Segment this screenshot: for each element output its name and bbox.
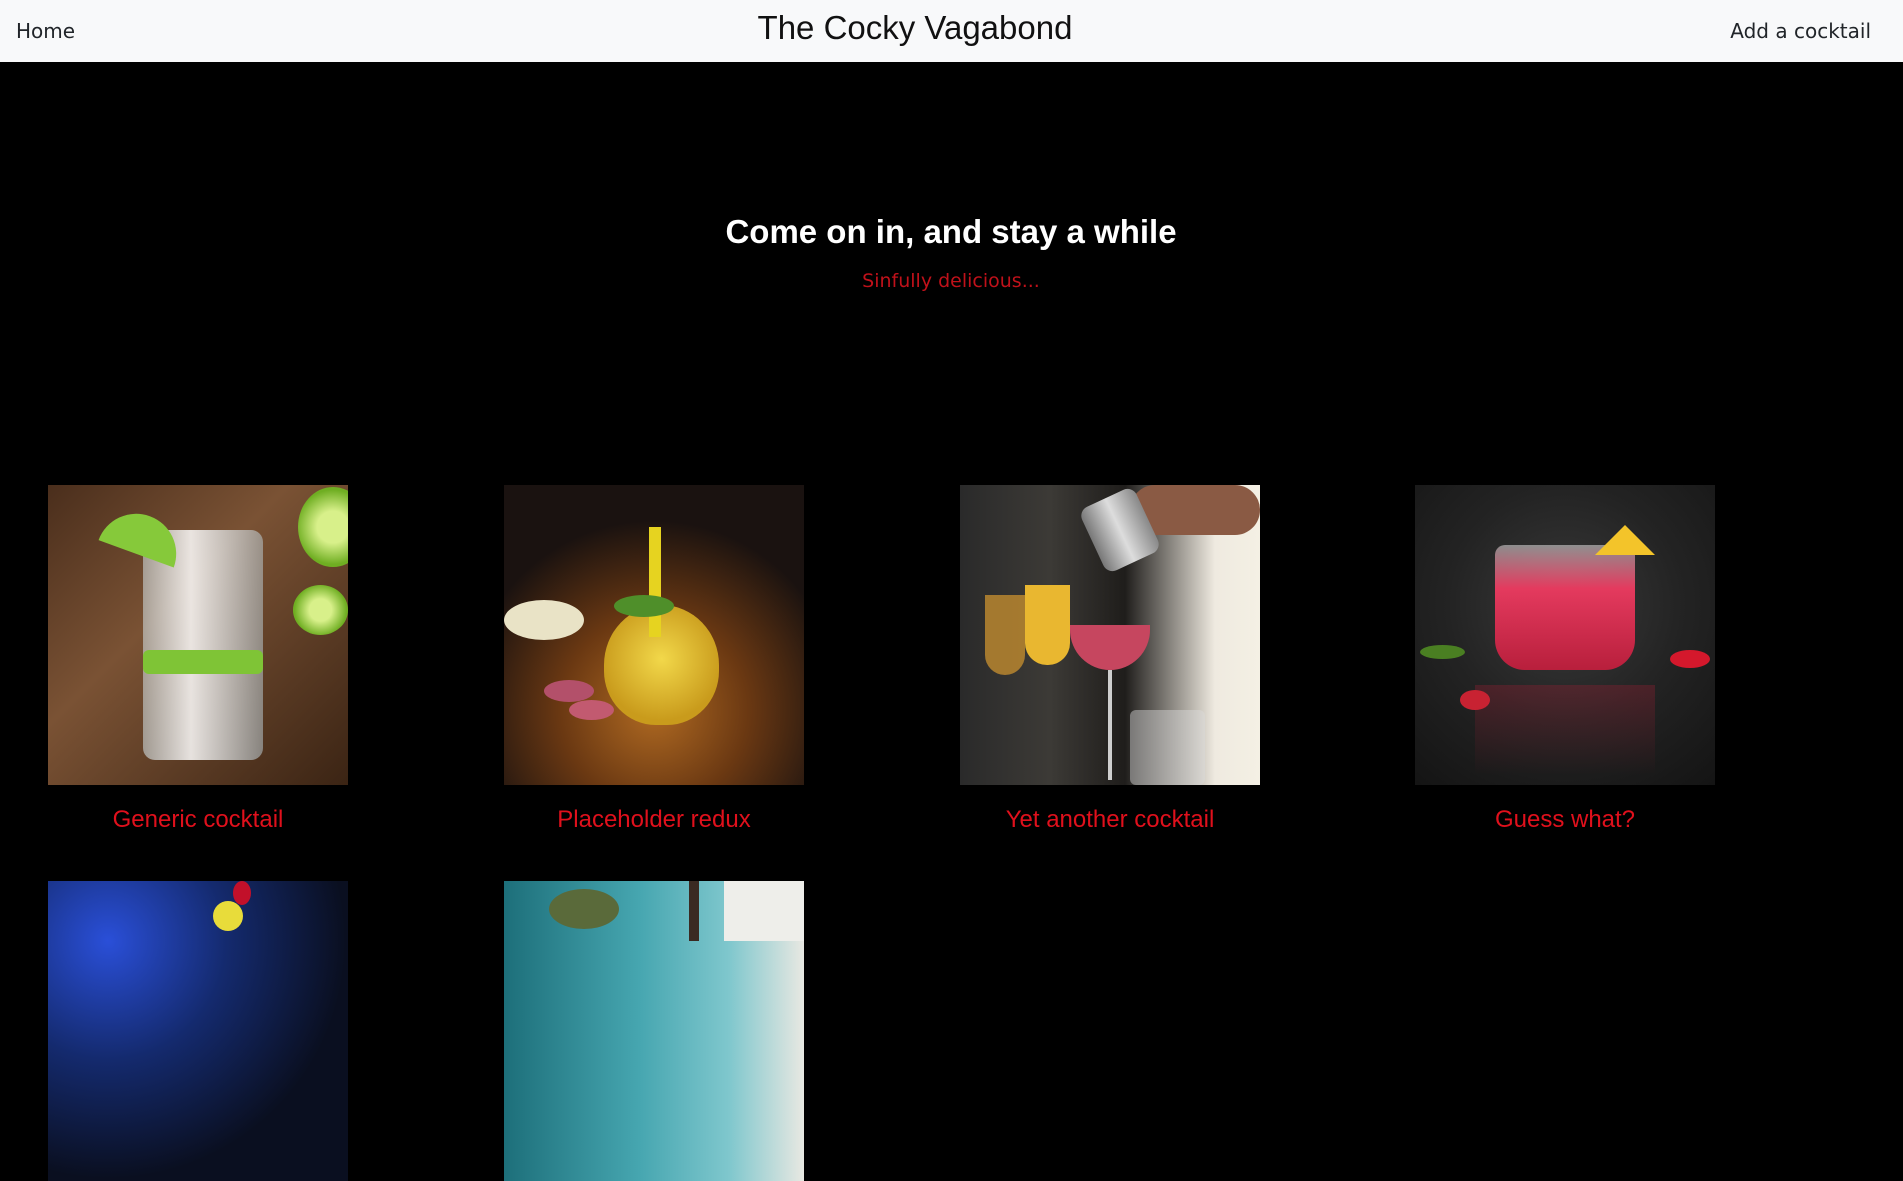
cocktail-image-blue-cocktail[interactable] (48, 881, 348, 1181)
cocktail-image-gin-lime[interactable] (48, 485, 348, 785)
cocktail-title-link[interactable]: Guess what? (1415, 805, 1715, 835)
cocktail-image-teal-cocktail[interactable] (504, 881, 804, 1181)
cocktail-card: Guess what? (1415, 485, 1715, 835)
cocktail-title-link[interactable]: Placeholder redux (504, 805, 804, 835)
cocktail-card (48, 881, 348, 1181)
cocktail-image-passion-fruit[interactable] (504, 485, 804, 785)
cocktail-card: Yet another cocktail (960, 485, 1260, 835)
cocktail-card (504, 881, 804, 1181)
hero-title: Come on in, and stay a while (725, 213, 1177, 250)
cocktail-title-link[interactable]: Yet another cocktail (960, 805, 1260, 835)
hero-subtitle: Sinfully delicious... (862, 270, 1040, 292)
nav-add-cocktail-link[interactable]: Add a cocktail (1730, 19, 1871, 43)
top-navbar: Home The Cocky Vagabond Add a cocktail (0, 0, 1903, 62)
site-brand-title[interactable]: The Cocky Vagabond (0, 8, 1830, 48)
cocktail-image-red-cocktail[interactable] (1415, 485, 1715, 785)
cocktail-image-bartender[interactable] (960, 485, 1260, 785)
cocktail-card: Placeholder redux (504, 485, 804, 835)
cocktail-card: Generic cocktail (48, 485, 348, 835)
cocktail-title-link[interactable]: Generic cocktail (48, 805, 348, 835)
